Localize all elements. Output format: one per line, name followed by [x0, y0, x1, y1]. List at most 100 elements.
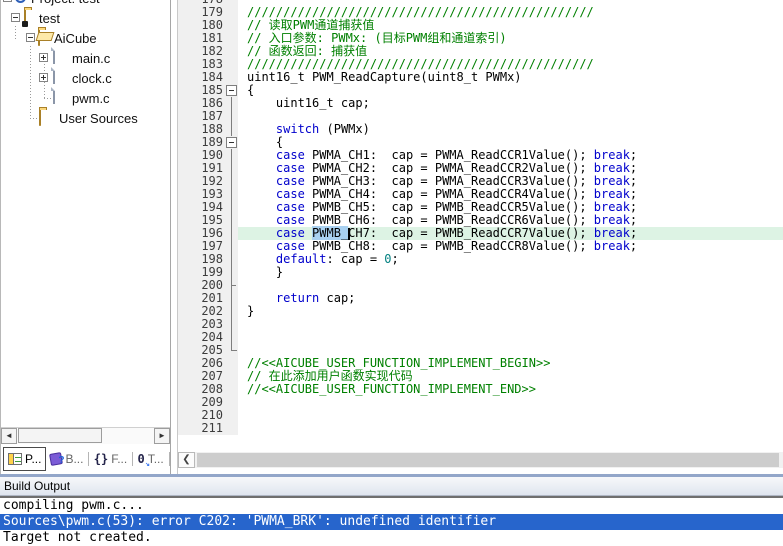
file-icon — [53, 67, 55, 84]
tree-item-user-sources[interactable]: User Sources — [1, 108, 170, 128]
build-output-line[interactable]: Target not created. — [0, 530, 783, 546]
fold-collapse-icon[interactable] — [225, 136, 238, 149]
scrollbar-thumb[interactable] — [197, 453, 779, 467]
gear-dot-icon — [22, 21, 28, 27]
code-text — [238, 422, 783, 435]
editor-horizontal-scrollbar[interactable]: ❮ — [178, 452, 783, 468]
code-line-202[interactable]: 202} — [178, 305, 783, 318]
fold-margin — [225, 71, 238, 84]
file-icon — [53, 87, 55, 104]
build-output-header: Build Output — [0, 477, 783, 496]
tree-item-label: AiCube — [54, 31, 97, 46]
tree-horizontal-scrollbar[interactable]: ◄ ► — [1, 427, 170, 444]
project-sidebar: Project: test test AiCube main.c clock.cpwm.… — [0, 0, 170, 474]
code-text — [238, 331, 783, 344]
code-editor[interactable]: 178179//////////////////////////////////… — [178, 0, 783, 449]
collapse-icon[interactable] — [26, 33, 35, 42]
tree-item-aicube[interactable]: AiCube — [1, 28, 170, 48]
sidebar-tab-bar: P... B... {} F... 0 T... — [1, 444, 170, 473]
code-line-209[interactable]: 209 — [178, 396, 783, 409]
fold-margin — [225, 97, 238, 110]
tree-item-test[interactable]: test — [1, 8, 170, 28]
tree-item-pwm-c[interactable]: pwm.c — [1, 88, 170, 108]
fold-margin — [225, 370, 238, 383]
fold-margin — [225, 409, 238, 422]
build-output-panel[interactable]: compiling pwm.c...Sources\pwm.c(53): err… — [0, 496, 783, 546]
fold-margin — [225, 19, 238, 32]
fold-margin — [225, 58, 238, 71]
ide-window: Project: test test AiCube main.c clock.cpwm.… — [0, 0, 783, 546]
tab-project[interactable]: P... — [3, 447, 46, 471]
code-text: } — [238, 266, 783, 279]
code-line-199[interactable]: 199 } — [178, 266, 783, 279]
tree-item-clock-c[interactable]: clock.c — [1, 68, 170, 88]
code-line-203[interactable]: 203 — [178, 318, 783, 331]
code-text — [238, 318, 783, 331]
fold-margin — [225, 396, 238, 409]
build-output-line[interactable]: compiling pwm.c... — [0, 498, 783, 514]
code-text — [238, 409, 783, 422]
tab-project-label: P... — [25, 452, 41, 466]
fold-margin — [225, 175, 238, 188]
scroll-right-icon[interactable]: ► — [154, 428, 170, 444]
scrollbar-track[interactable] — [17, 428, 154, 444]
fold-margin — [225, 305, 238, 318]
target-folder-icon — [24, 9, 26, 26]
fold-margin — [225, 227, 238, 240]
tree-item-label: test — [39, 11, 60, 26]
fold-margin — [225, 344, 238, 357]
code-text: switch (PWMx) — [238, 123, 783, 136]
tab-books[interactable]: B... — [46, 448, 87, 470]
fold-margin — [225, 201, 238, 214]
build-output-error-line[interactable]: Sources\pwm.c(53): error C202: 'PWMA_BRK… — [0, 514, 783, 530]
tree-item-label: Project: test — [31, 0, 100, 6]
code-line-210[interactable]: 210 — [178, 409, 783, 422]
code-line-208[interactable]: 208//<<AICUBE_USER_FUNCTION_IMPLEMENT_EN… — [178, 383, 783, 396]
templates-tab-icon: 0 — [137, 452, 144, 466]
fold-margin — [225, 240, 238, 253]
fold-margin — [225, 123, 238, 136]
build-output-title: Build Output — [4, 479, 70, 493]
code-text: uint16_t PWM_ReadCapture(uint8_t PWMx) — [238, 71, 783, 84]
fold-margin — [225, 149, 238, 162]
code-text — [238, 396, 783, 409]
fold-margin — [225, 110, 238, 123]
tree-item-label: main.c — [72, 51, 110, 66]
fold-margin — [225, 253, 238, 266]
functions-tab-icon: {} — [94, 452, 108, 466]
code-line-204[interactable]: 204 — [178, 331, 783, 344]
scroll-left-icon[interactable]: ◄ — [1, 428, 17, 444]
code-text: return cap; — [238, 292, 783, 305]
collapse-icon[interactable] — [11, 13, 20, 22]
collapse-icon[interactable] — [3, 0, 12, 2]
open-folder-icon — [38, 29, 40, 46]
code-line-186[interactable]: 186 uint16_t cap; — [178, 97, 783, 110]
sidebar-splitter[interactable] — [170, 0, 178, 474]
tree-item-main-c[interactable]: main.c — [1, 48, 170, 68]
code-line-201[interactable]: 201 return cap; — [178, 292, 783, 305]
tab-templates[interactable]: 0 T... — [133, 448, 167, 470]
code-text: default: cap = 0; — [238, 253, 783, 266]
code-text: } — [238, 305, 783, 318]
fold-margin — [225, 422, 238, 435]
expand-icon[interactable] — [39, 53, 48, 62]
fold-margin — [225, 6, 238, 19]
fold-collapse-icon[interactable] — [225, 84, 238, 97]
scrollbar-thumb[interactable] — [18, 428, 102, 443]
fold-margin — [225, 45, 238, 58]
tree-item-label: User Sources — [59, 111, 138, 126]
code-line-184[interactable]: 184uint16_t PWM_ReadCapture(uint8_t PWMx… — [178, 71, 783, 84]
scrollbar-track[interactable] — [195, 452, 783, 468]
project-tree[interactable]: Project: test test AiCube main.c clock.cpwm.… — [1, 0, 170, 427]
expand-icon[interactable] — [39, 73, 48, 82]
fold-margin — [225, 266, 238, 279]
code-line-211[interactable]: 211 — [178, 422, 783, 435]
tab-functions[interactable]: {} F... — [90, 448, 131, 470]
scroll-left-icon[interactable]: ❮ — [178, 452, 195, 468]
fold-margin — [225, 318, 238, 331]
fold-margin — [225, 188, 238, 201]
project-target-icon — [15, 0, 26, 3]
code-editor-pane: 178179//////////////////////////////////… — [178, 0, 783, 474]
fold-margin — [225, 331, 238, 344]
fold-margin — [225, 162, 238, 175]
